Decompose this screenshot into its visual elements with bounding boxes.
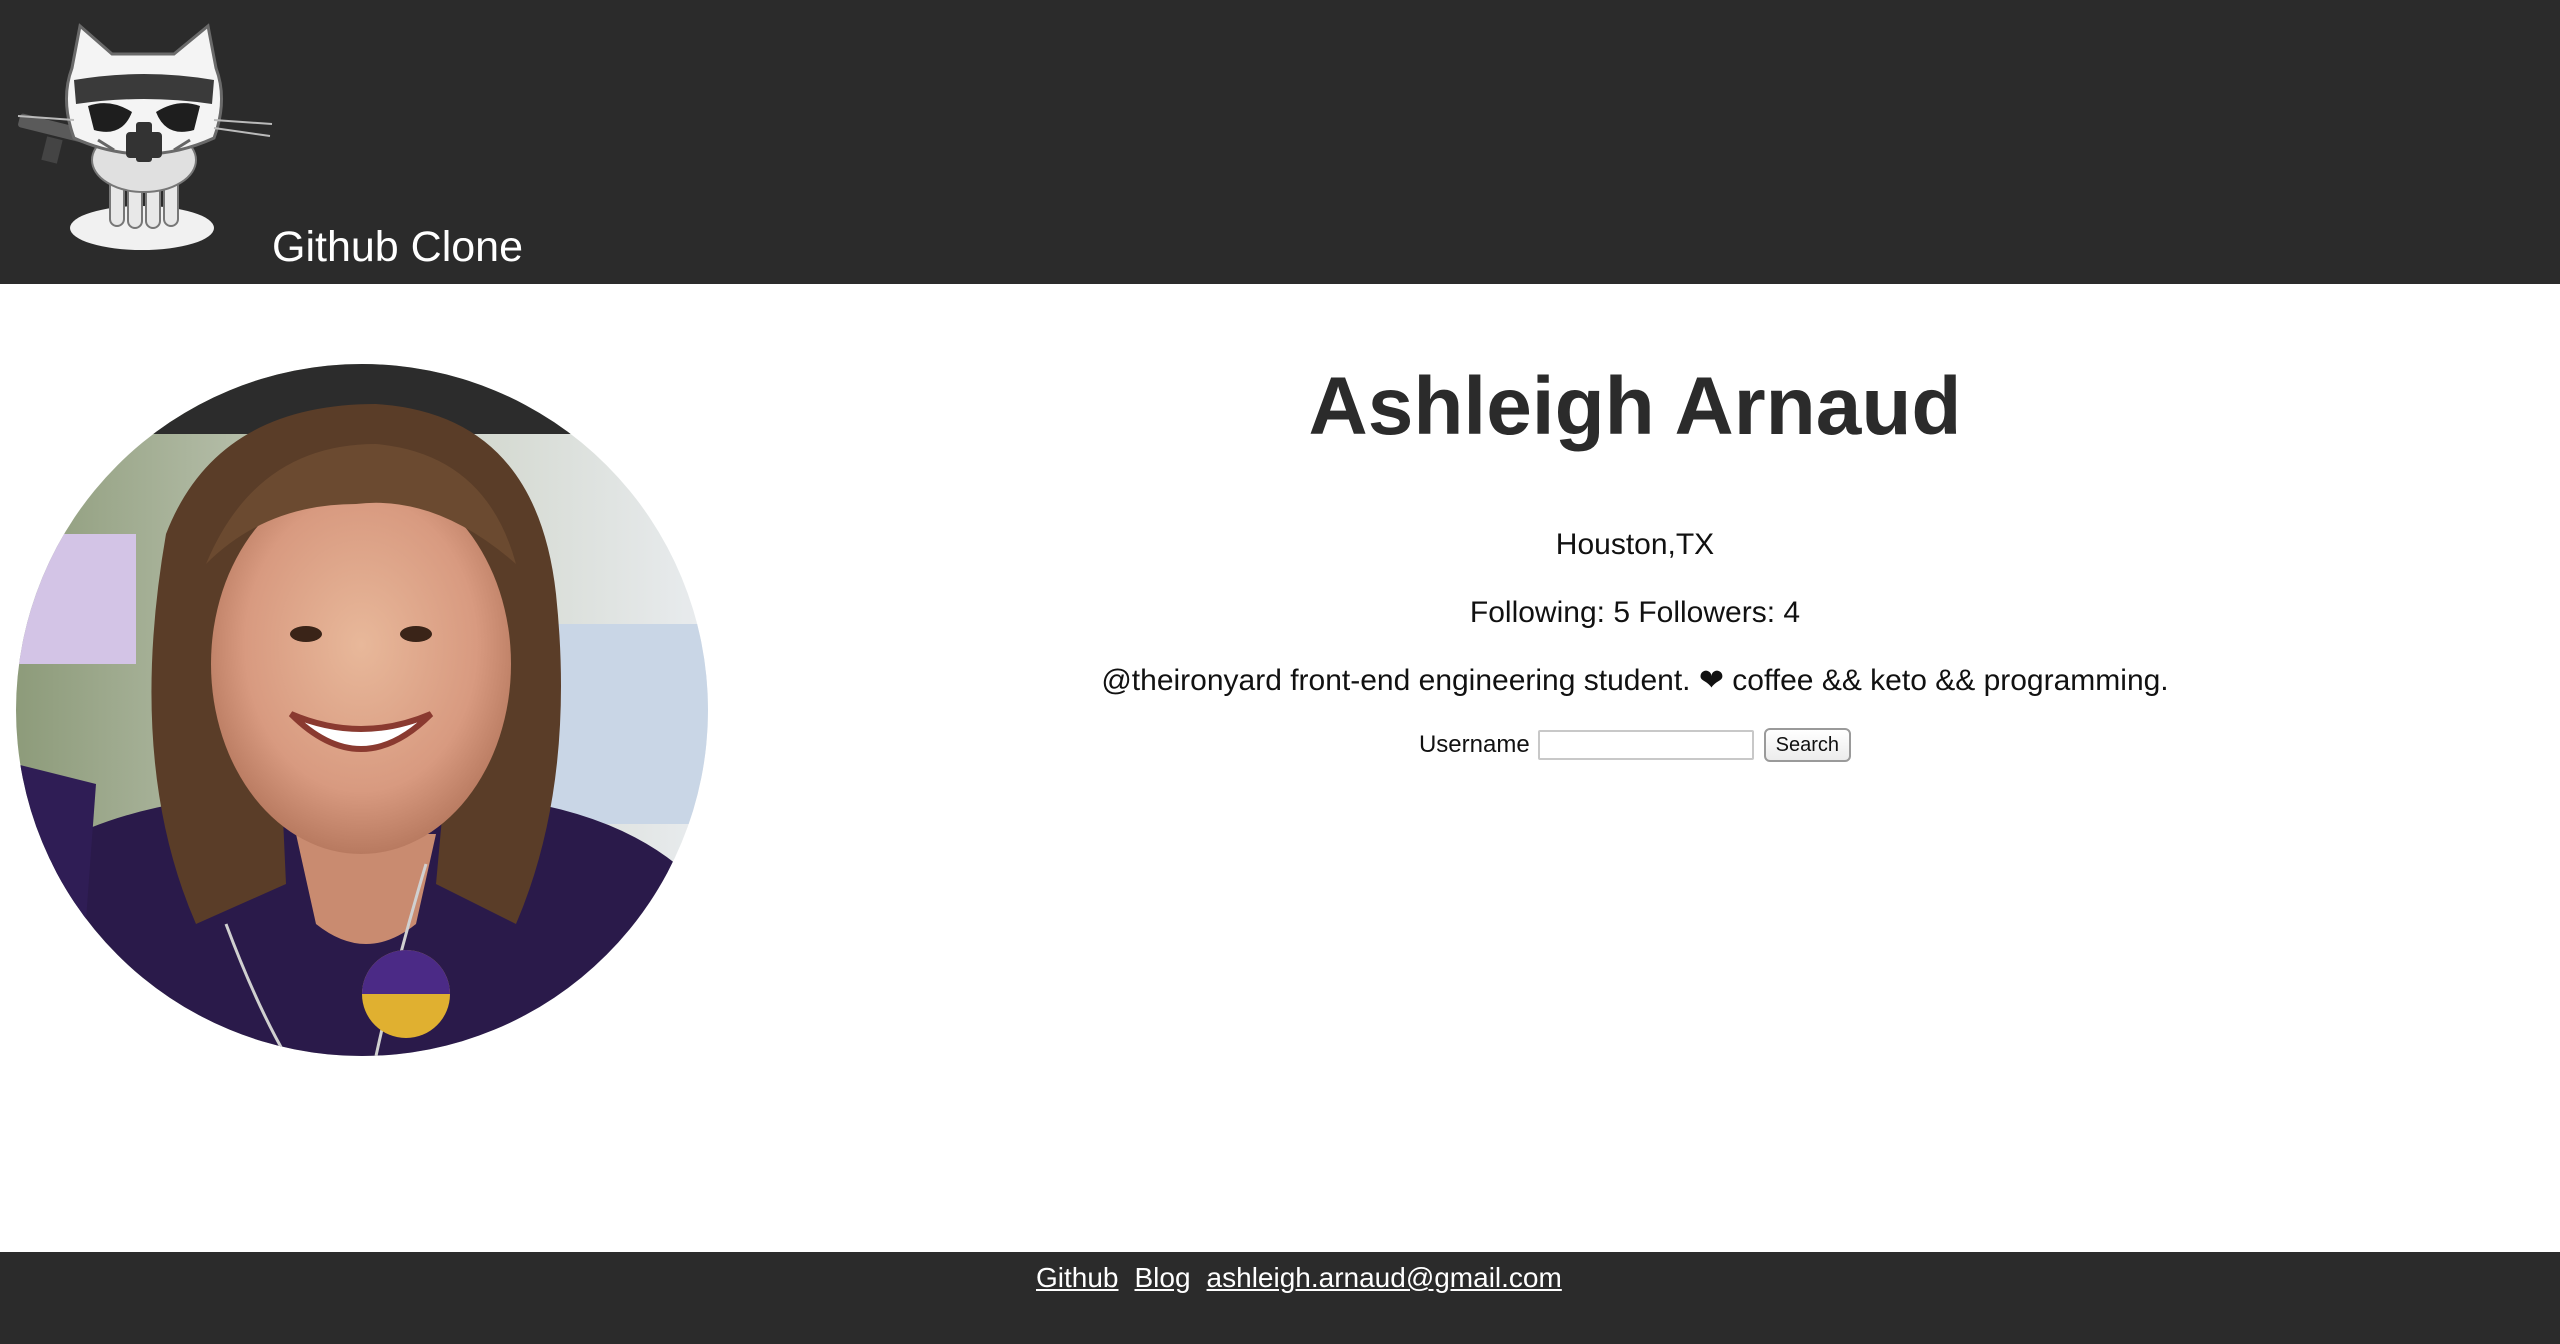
site-title: Github Clone bbox=[272, 223, 523, 271]
follow-stats: Following: 5 Followers: 4 bbox=[1000, 598, 2270, 628]
profile-location: Houston,TX bbox=[1555, 528, 1715, 561]
footer-links: Github Blog ashleigh.arnaud@gmail.com bbox=[1036, 1262, 1562, 1294]
profile-photo bbox=[16, 364, 708, 1056]
following-count: 5 bbox=[1613, 596, 1630, 629]
profile-bio: @theironyard front-end engineering stude… bbox=[1101, 664, 2169, 697]
avatar bbox=[16, 364, 708, 1056]
search-button[interactable]: Search bbox=[1763, 728, 1852, 762]
username-input[interactable] bbox=[1537, 730, 1754, 760]
followers-label: Followers: bbox=[1638, 596, 1776, 629]
footer-link-email[interactable]: ashleigh.arnaud@gmail.com bbox=[1207, 1262, 1562, 1294]
site-footer: Github Blog ashleigh.arnaud@gmail.com bbox=[0, 1252, 2560, 1344]
site-header: Github Clone bbox=[0, 0, 2560, 284]
profile-name: Ashleigh Arnaud bbox=[1308, 361, 1962, 452]
following-label: Following: bbox=[1469, 596, 1605, 629]
page: Github Clone Ashleigh Arnaud Houston,TX … bbox=[0, 0, 2560, 1344]
username-label: Username bbox=[1418, 731, 1530, 758]
username-search-form: Username Search bbox=[1000, 728, 2270, 762]
footer-link-github[interactable]: Github bbox=[1036, 1262, 1119, 1294]
stormtroopocat-logo-icon[interactable] bbox=[14, 20, 276, 256]
followers-count: 4 bbox=[1783, 596, 1801, 629]
profile-info: Ashleigh Arnaud Houston,TX Following: 5 … bbox=[1000, 360, 2270, 762]
footer-link-blog[interactable]: Blog bbox=[1135, 1262, 1191, 1294]
